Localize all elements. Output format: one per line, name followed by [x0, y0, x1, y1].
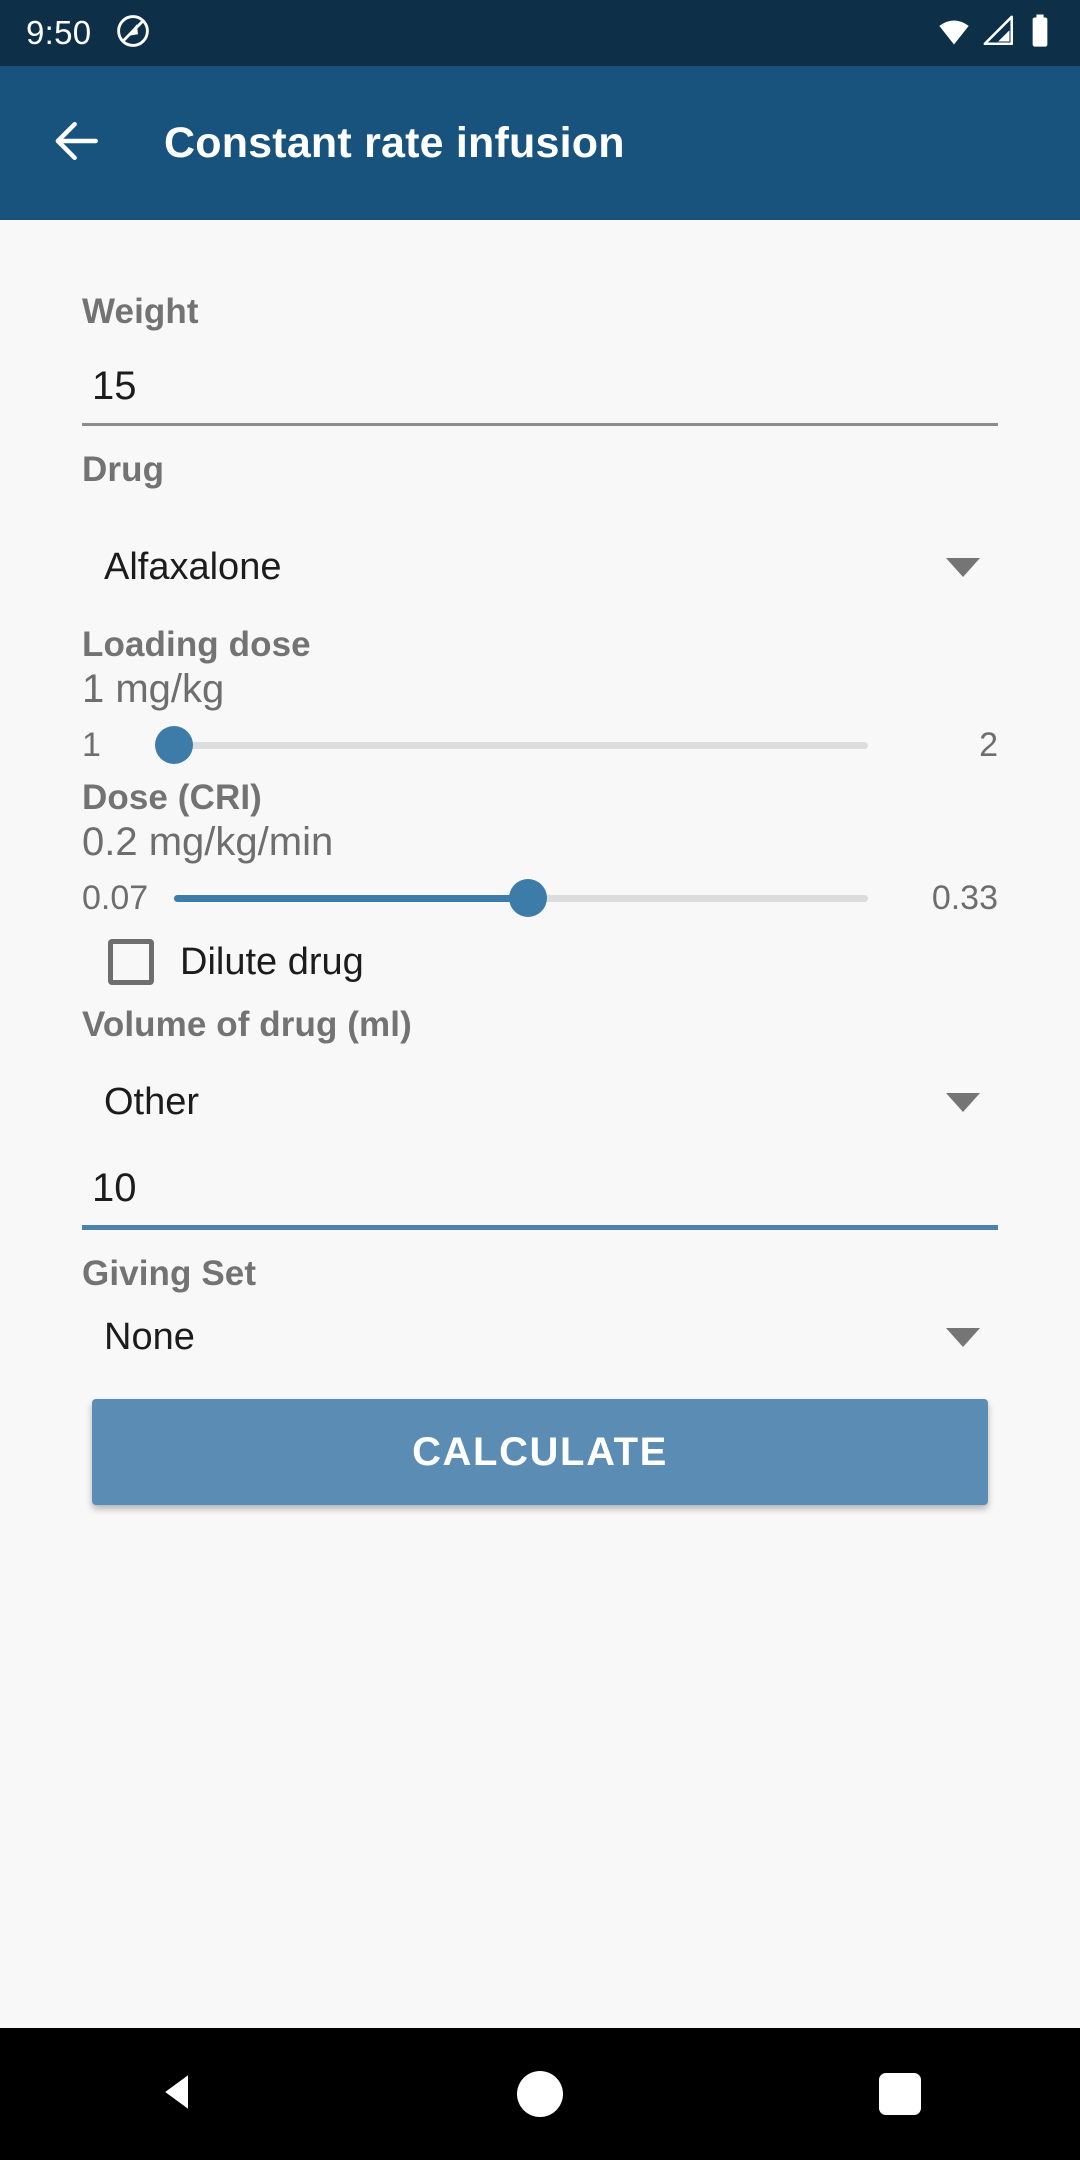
square-recents-icon	[879, 2073, 921, 2115]
dilute-drug-label: Dilute drug	[180, 940, 364, 983]
drug-label: Drug	[82, 450, 165, 489]
weight-label: Weight	[82, 292, 199, 331]
app-screen: 9:50 Constant rate infusion Weight 15 Dr…	[0, 0, 1080, 2160]
triangle-back-icon	[156, 2068, 204, 2121]
dose-cri-value: 0.2 mg/kg/min	[82, 820, 334, 864]
battery-full-icon	[1026, 13, 1054, 54]
wifi-icon	[936, 13, 972, 54]
volume-of-drug-input[interactable]: 10	[82, 1156, 998, 1230]
volume-of-drug-input-value[interactable]: 10	[82, 1156, 998, 1225]
circle-home-icon	[517, 2071, 563, 2117]
weight-input[interactable]: 15	[82, 354, 998, 426]
arrow-left-icon	[49, 113, 105, 174]
loading-dose-value: 1 mg/kg	[82, 667, 225, 711]
nav-recents-button[interactable]	[840, 2034, 960, 2154]
nav-home-button[interactable]	[480, 2034, 600, 2154]
loading-dose-slider-row: 1 2	[82, 718, 998, 772]
weight-input-underline	[82, 423, 998, 426]
dose-cri-slider-fill	[174, 894, 528, 902]
back-button[interactable]	[46, 112, 108, 174]
loading-dose-slider[interactable]	[155, 718, 868, 772]
system-nav-bar	[0, 2028, 1080, 2160]
calculate-button-label: CALCULATE	[412, 1429, 668, 1474]
status-bar: 9:50	[0, 0, 1080, 66]
dose-cri-label: Dose (CRI)	[82, 778, 262, 817]
chevron-down-icon	[946, 558, 980, 577]
drug-select[interactable]: Alfaxalone	[82, 536, 998, 599]
dose-cri-slider-row: 0.07 0.33	[82, 871, 998, 925]
notification-icons	[115, 13, 151, 54]
volume-of-drug-input-underline	[82, 1225, 998, 1230]
giving-set-select-value: None	[104, 1316, 195, 1358]
circle-slash-icon	[115, 13, 151, 54]
dilute-drug-checkbox[interactable]	[108, 939, 154, 985]
chevron-down-icon	[946, 1328, 980, 1347]
drug-select-value: Alfaxalone	[104, 546, 282, 588]
cellular-signal-icon	[982, 14, 1016, 53]
volume-of-drug-select-value: Other	[104, 1081, 200, 1123]
dilute-drug-row[interactable]: Dilute drug	[82, 939, 998, 985]
giving-set-label: Giving Set	[82, 1254, 257, 1293]
giving-set-select[interactable]: None	[82, 1306, 998, 1369]
page-title: Constant rate infusion	[164, 118, 625, 167]
volume-of-drug-label: Volume of drug (ml)	[82, 1005, 412, 1044]
loading-dose-slider-thumb[interactable]	[155, 726, 193, 764]
status-time: 9:50	[26, 14, 92, 51]
weight-input-value[interactable]: 15	[82, 354, 998, 423]
loading-dose-max: 2	[979, 725, 998, 764]
app-bar: Constant rate infusion	[0, 66, 1080, 220]
dose-cri-min: 0.07	[82, 878, 149, 917]
calculate-button[interactable]: CALCULATE	[92, 1399, 988, 1505]
status-right-icons	[936, 13, 1054, 54]
dose-cri-max: 0.33	[931, 878, 998, 917]
volume-of-drug-select[interactable]: Other	[82, 1071, 998, 1134]
dose-cri-slider[interactable]	[174, 871, 868, 925]
nav-back-button[interactable]	[120, 2034, 240, 2154]
chevron-down-icon	[946, 1093, 980, 1112]
form-content: Weight 15 Drug Alfaxalone Loading dose 1…	[0, 220, 1080, 1505]
loading-dose-label: Loading dose	[82, 625, 311, 664]
dose-cri-slider-thumb[interactable]	[508, 879, 547, 917]
loading-dose-slider-track	[174, 741, 868, 749]
